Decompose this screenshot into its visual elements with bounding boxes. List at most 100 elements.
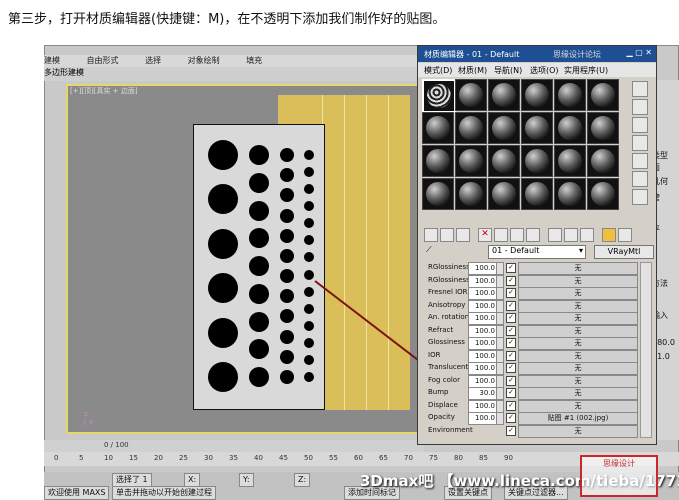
material-sample-slot[interactable] [587,145,619,177]
map-enable-checkbox[interactable]: ✓ [506,363,516,373]
map-slot-button[interactable]: 无 [518,262,638,275]
menu-utilities[interactable]: 实用程序(U) [564,65,608,76]
material-sample-slot[interactable] [455,79,487,111]
map-slot-button[interactable]: 无 [518,387,638,400]
material-sample-slot[interactable] [521,145,553,177]
window-controls[interactable]: ▁ ▢ ✕ [627,48,653,57]
amount-spinner[interactable] [496,312,504,325]
map-amount-field[interactable]: 100.0 [468,312,498,325]
y-coord-label[interactable]: Y: [239,473,254,487]
map-enable-checkbox[interactable]: ✓ [506,425,516,436]
map-slot-button[interactable]: 无 [518,399,638,413]
map-enable-checkbox[interactable]: ✓ [506,375,516,386]
map-amount-field[interactable]: 100.0 [468,337,498,350]
get-material-icon[interactable] [424,228,438,242]
map-enable-checkbox[interactable]: ✓ [506,400,516,411]
map-slot-button[interactable]: 无 [518,349,638,363]
material-sample-slot[interactable] [455,145,487,177]
make-unique-icon[interactable] [510,228,524,242]
map-slot-button[interactable]: 无 [518,374,638,388]
background-button[interactable] [632,117,648,133]
amount-spinner[interactable] [496,287,504,300]
material-sample-slot[interactable] [554,145,586,177]
show-map-icon[interactable] [564,228,578,242]
menu-mode[interactable]: 模式(D) [424,65,452,76]
map-slot-button[interactable]: 无 [518,312,638,325]
amount-spinner[interactable] [496,387,504,400]
assign-material-icon[interactable] [456,228,470,242]
amount-spinner[interactable] [496,412,504,425]
amount-spinner[interactable] [496,362,504,375]
map-enable-checkbox[interactable]: ✓ [506,350,516,361]
map-enable-checkbox[interactable]: ✓ [506,413,516,423]
map-enable-checkbox[interactable]: ✓ [506,263,516,273]
map-enable-checkbox[interactable]: ✓ [506,325,516,336]
put-to-library-icon[interactable] [526,228,540,242]
material-sample-slot[interactable] [587,79,619,111]
material-sample-slot[interactable] [455,112,487,144]
map-amount-field[interactable]: 100.0 [468,374,498,388]
uv-tiling-button[interactable] [632,135,648,151]
ribbon-tab-freeform[interactable]: 自由形式 [87,56,119,65]
amount-spinner[interactable] [496,349,504,363]
material-sample-slot[interactable] [521,112,553,144]
material-sample-slot[interactable] [422,112,454,144]
map-slot-button[interactable]: 无 [518,337,638,350]
map-amount-field[interactable]: 100.0 [468,274,498,288]
material-sample-slot[interactable] [587,178,619,210]
map-slot-button[interactable]: 贴图 #1 (002.jpg) [518,412,638,425]
amount-spinner[interactable] [496,374,504,388]
menu-options[interactable]: 选项(O) [530,65,559,76]
ribbon-tab-selection[interactable]: 选择 [145,56,161,65]
video-check-button[interactable] [632,153,648,169]
viewport-label[interactable]: [+][顶][真实 + 边面] [70,86,138,96]
material-sample-slot[interactable] [587,112,619,144]
map-amount-field[interactable]: 100.0 [468,362,498,375]
go-to-parent-icon[interactable] [602,228,616,242]
put-to-scene-icon[interactable] [440,228,454,242]
material-sample-slot[interactable] [554,178,586,210]
ribbon-tab-modeling[interactable]: 建模 [44,56,60,65]
options-button[interactable] [632,189,648,205]
map-slot-button[interactable]: 无 [518,274,638,288]
amount-spinner[interactable] [496,299,504,313]
map-slot-button[interactable]: 无 [518,287,638,300]
material-sample-slot[interactable] [521,178,553,210]
sample-type-button[interactable] [632,81,648,97]
x-coord-label[interactable]: X: [184,473,201,487]
material-sample-slot[interactable] [422,145,454,177]
material-sample-slot[interactable] [422,79,456,113]
map-amount-field[interactable]: 100.0 [468,287,498,300]
map-amount-field[interactable]: 30.0 [468,387,498,400]
map-enable-checkbox[interactable]: ✓ [506,300,516,311]
material-editor-titlebar[interactable]: 材质编辑器 - 01 - Default 思缘设计论坛 ▁ ▢ ✕ [418,46,656,62]
backlight-button[interactable] [632,99,648,115]
material-sample-slot[interactable] [488,178,520,210]
menu-material[interactable]: 材质(M) [458,65,487,76]
make-copy-icon[interactable] [494,228,508,242]
amount-spinner[interactable] [496,262,504,275]
material-sample-slot[interactable] [521,79,553,111]
ribbon-tab-populate[interactable]: 填充 [246,56,262,65]
reset-material-icon[interactable]: ✕ [478,228,492,242]
pick-material-icon[interactable]: ⟋ [426,245,432,255]
material-sample-slot[interactable] [554,79,586,111]
map-amount-field[interactable]: 100.0 [468,299,498,313]
amount-spinner[interactable] [496,324,504,338]
amount-spinner[interactable] [496,274,504,288]
material-sample-slot[interactable] [422,178,454,210]
menu-navigation[interactable]: 导航(N) [494,65,522,76]
map-enable-checkbox[interactable]: ✓ [506,313,516,323]
chevron-down-icon[interactable]: ▾ [579,246,583,255]
map-amount-field[interactable]: 100.0 [468,399,498,413]
map-enable-checkbox[interactable]: ✓ [506,338,516,348]
amount-spinner[interactable] [496,399,504,413]
material-type-button[interactable]: VRayMtl [594,245,654,259]
make-preview-button[interactable] [632,171,648,187]
material-sample-slot[interactable] [488,79,520,111]
ribbon-tab-object-paint[interactable]: 对象绘制 [188,56,220,65]
material-id-icon[interactable] [548,228,562,242]
map-slot-button[interactable]: 无 [518,424,638,438]
map-enable-checkbox[interactable]: ✓ [506,275,516,286]
go-forward-sibling-icon[interactable] [618,228,632,242]
